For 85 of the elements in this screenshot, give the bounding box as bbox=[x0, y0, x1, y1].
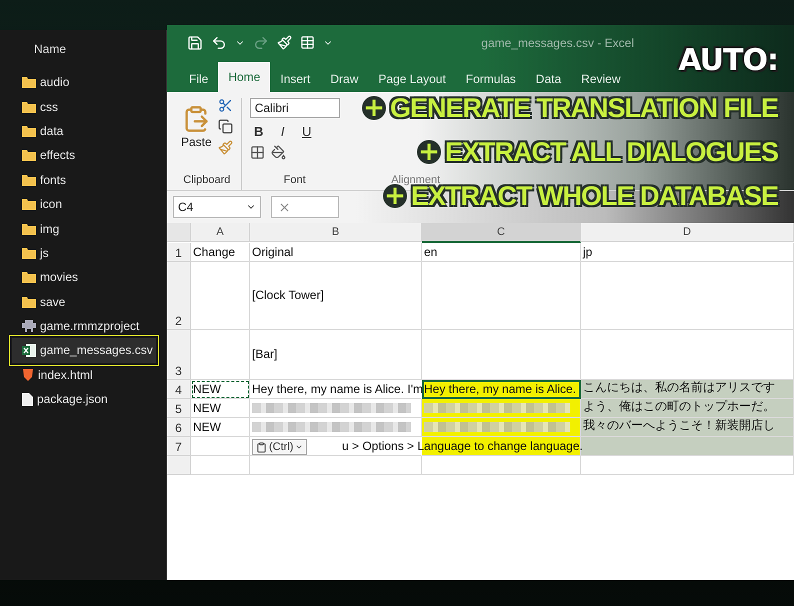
row-header[interactable]: 3 bbox=[167, 330, 191, 380]
cell-text: Original bbox=[252, 245, 294, 259]
paste-button[interactable]: Paste bbox=[181, 104, 212, 148]
file-item[interactable]: img bbox=[12, 216, 156, 241]
folder-icon bbox=[22, 198, 36, 210]
row-header[interactable]: 1 bbox=[167, 243, 191, 262]
group-label: Font bbox=[282, 174, 307, 188]
column-header[interactable]: C bbox=[422, 223, 581, 243]
spreadsheet-file-icon bbox=[22, 344, 36, 357]
file-item[interactable]: icon bbox=[12, 192, 156, 216]
scissors-icon[interactable] bbox=[218, 98, 233, 113]
undo-icon[interactable] bbox=[211, 34, 227, 50]
ribbon-tab[interactable]: Formulas bbox=[456, 66, 526, 92]
table-icon[interactable] bbox=[300, 35, 315, 50]
row-header[interactable]: 6 bbox=[167, 418, 191, 437]
table-cell bbox=[191, 456, 250, 475]
column-header[interactable]: A bbox=[191, 223, 250, 242]
folder-icon bbox=[22, 246, 36, 259]
shield-icon bbox=[22, 368, 34, 382]
ribbon-tab[interactable]: Data bbox=[526, 66, 572, 92]
folder-icon bbox=[22, 100, 36, 113]
copy-icon[interactable] bbox=[218, 119, 233, 134]
paste-options-button[interactable]: (Ctrl) bbox=[252, 439, 308, 455]
cell-text: NEW bbox=[193, 382, 221, 396]
feature-text: EXTRACT ALL DIALOGUES bbox=[444, 138, 778, 166]
cell-text: こんにちは、私の名前はアリスです bbox=[583, 379, 775, 396]
cell-text: NEW bbox=[193, 401, 221, 415]
folder-icon bbox=[22, 271, 36, 284]
document-icon bbox=[22, 392, 33, 406]
cell-text: Change bbox=[193, 245, 236, 259]
cell-text: en bbox=[424, 245, 438, 259]
font-field[interactable]: Calibri bbox=[250, 98, 340, 118]
ribbon-tab[interactable]: File bbox=[179, 66, 218, 92]
row-header[interactable]: 4 bbox=[167, 380, 191, 399]
row-header[interactable]: 2 bbox=[167, 262, 191, 330]
cell-text: よう、俺はこの町のトップホーだ。 bbox=[583, 398, 775, 415]
group-label: Clipboard bbox=[182, 174, 232, 188]
file-item[interactable]: effects bbox=[12, 143, 156, 168]
column-header[interactable]: B bbox=[250, 223, 422, 242]
folder-icon bbox=[22, 296, 36, 308]
folder-icon bbox=[22, 76, 36, 88]
folder-icon bbox=[22, 124, 36, 137]
caret-icon bbox=[295, 443, 304, 451]
style-button[interactable]: U bbox=[298, 124, 316, 139]
file-item[interactable]: movies bbox=[12, 265, 156, 290]
file-item[interactable]: data bbox=[12, 118, 156, 144]
style-button[interactable]: B bbox=[250, 124, 268, 139]
style-button[interactable]: I bbox=[274, 124, 292, 139]
promo-heading: AUTO: bbox=[678, 44, 778, 78]
file-item[interactable]: audio bbox=[12, 70, 156, 94]
cell-text: [Clock Tower] bbox=[252, 288, 324, 302]
file-item[interactable]: js bbox=[12, 240, 156, 266]
window-title: game_messages.csv - Excel bbox=[481, 36, 634, 50]
file-item[interactable]: css bbox=[12, 94, 156, 119]
name-box[interactable]: C4 bbox=[173, 196, 261, 218]
save-icon[interactable] bbox=[187, 34, 203, 50]
cell-text: 我々のバーへようこそ！新装開店し bbox=[583, 417, 775, 434]
file-item[interactable]: save bbox=[12, 290, 156, 314]
file-item[interactable]: fonts bbox=[12, 168, 156, 192]
cell-text: Hey there, my name is Alice. bbox=[424, 382, 576, 396]
borders-icon[interactable] bbox=[250, 145, 265, 160]
ribbon-tab[interactable]: Review bbox=[571, 66, 631, 92]
clipboard-icon bbox=[256, 442, 267, 452]
ribbon-tab[interactable]: Home bbox=[218, 62, 270, 92]
cell-text: NEW bbox=[193, 420, 221, 434]
row-header[interactable]: 5 bbox=[167, 399, 191, 418]
folder-icon bbox=[22, 222, 36, 235]
file-item[interactable]: package.json bbox=[12, 387, 156, 412]
folder-icon bbox=[22, 174, 36, 186]
cancel-icon[interactable] bbox=[278, 200, 291, 214]
column-header[interactable]: Name bbox=[0, 42, 166, 70]
row-header[interactable]: 7 bbox=[167, 437, 191, 456]
pixel-creature-icon bbox=[22, 320, 36, 332]
file-item[interactable]: index.html bbox=[12, 362, 156, 388]
folder-icon bbox=[22, 149, 36, 162]
column-header[interactable]: D bbox=[581, 223, 794, 242]
paint-bucket-icon[interactable] bbox=[270, 145, 286, 160]
file-item[interactable]: game_messages.csv bbox=[12, 338, 156, 363]
file-item[interactable]: game.rmmzproject bbox=[12, 314, 156, 338]
cell-text: [Bar] bbox=[252, 346, 278, 360]
brush-icon[interactable] bbox=[277, 35, 292, 50]
ribbon-tab[interactable]: Insert bbox=[270, 66, 320, 92]
ribbon-tab[interactable]: Page Layout bbox=[368, 66, 456, 92]
cell-text: jp bbox=[583, 245, 592, 259]
ribbon-tab[interactable]: Draw bbox=[320, 66, 368, 92]
